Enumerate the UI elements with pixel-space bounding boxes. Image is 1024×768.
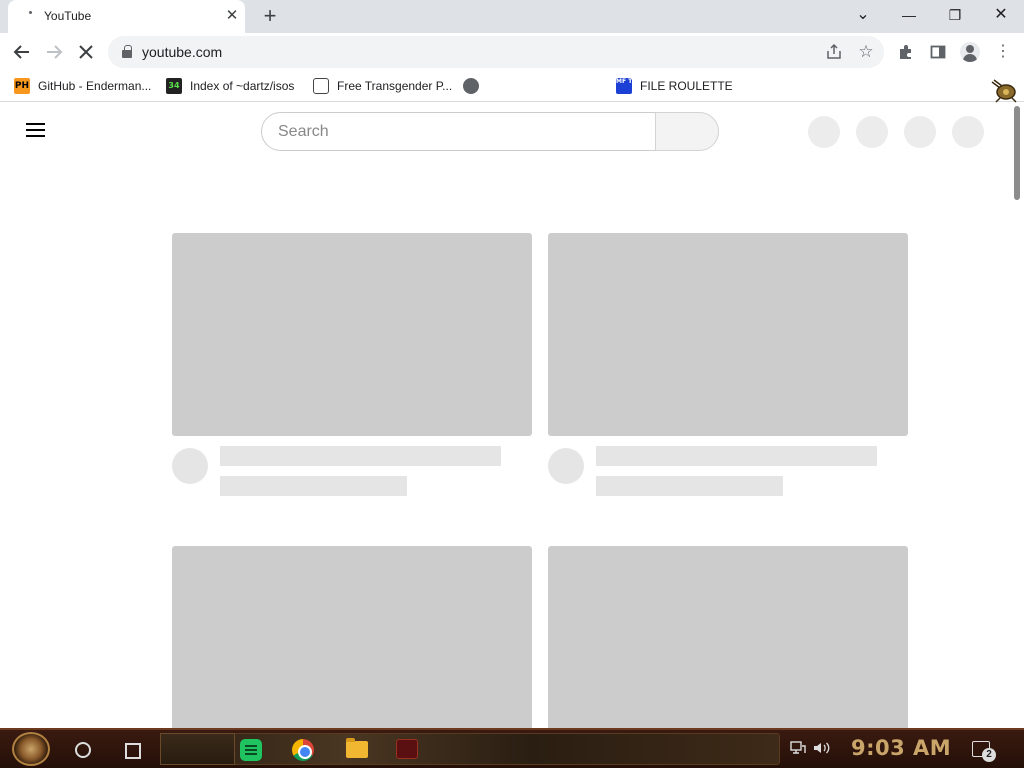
bookmark-label: Index of ~dartz/isos (190, 79, 295, 93)
metadata-placeholder (220, 476, 407, 496)
bookmark-github-enderman[interactable]: PH GitHub - Enderman... (14, 76, 151, 96)
app-icon[interactable] (396, 739, 418, 759)
side-panel-icon[interactable] (927, 41, 949, 63)
tab-strip: YouTube ✕ + ⌄ — ❐ ✕ (0, 0, 1024, 33)
search-input[interactable] (278, 121, 638, 143)
search-button[interactable] (655, 112, 719, 151)
video-thumbnail-placeholder (172, 546, 532, 728)
back-button[interactable] (10, 40, 34, 64)
video-thumbnail-placeholder (548, 233, 908, 436)
steampunk-bug-icon (991, 79, 1017, 103)
video-thumbnail-placeholder (172, 233, 532, 436)
lock-icon (122, 45, 132, 58)
address-bar[interactable]: youtube.com ☆ (108, 36, 884, 68)
file-explorer-icon[interactable] (346, 738, 368, 758)
bookmark-site-3[interactable]: Free Transgender P... (313, 76, 452, 96)
title-placeholder (220, 446, 501, 466)
chrome-icon[interactable] (292, 739, 314, 761)
metadata-placeholder (596, 476, 783, 496)
network-icon[interactable] (790, 741, 806, 758)
browser-toolbar: youtube.com ☆ ⋮ (0, 33, 1024, 70)
profile-avatar-icon[interactable] (960, 42, 980, 62)
notes-app-icon[interactable] (240, 739, 262, 761)
close-window-button[interactable]: ✕ (978, 0, 1024, 32)
site-icon (313, 78, 329, 94)
ph-icon: PH (14, 78, 30, 94)
stop-x-icon (79, 45, 93, 59)
video-thumbnail-placeholder (548, 546, 908, 728)
youtube-page (0, 103, 1024, 728)
channel-avatar-placeholder (548, 448, 584, 484)
forward-arrow-icon (47, 45, 63, 59)
header-placeholder-icon (904, 116, 936, 148)
taskbar: 9:03 AM 2 (0, 728, 1024, 768)
url-text[interactable]: youtube.com (142, 44, 222, 60)
bookmark-label: Free Transgender P... (337, 79, 453, 93)
guide-menu-icon[interactable] (26, 123, 46, 139)
channel-avatar-placeholder (172, 448, 208, 484)
minimize-button[interactable]: — (886, 0, 932, 32)
share-icon[interactable] (824, 42, 844, 62)
task-view-icon[interactable] (122, 740, 141, 759)
34-icon: 34 (166, 78, 182, 94)
back-arrow-icon (13, 45, 29, 59)
bookmarks-bar: PH GitHub - Enderman... 34 Index of ~dar… (0, 70, 1024, 102)
bookmark-star-icon[interactable]: ☆ (856, 42, 876, 62)
bookmark-label: FILE ROULETTE (640, 79, 733, 93)
bookmark-index-dartz[interactable]: 34 Index of ~dartz/isos (166, 76, 294, 96)
cortana-icon[interactable] (75, 742, 91, 758)
bookmark-site-4[interactable] (463, 76, 487, 96)
taskbar-clock[interactable]: 9:03 AM (851, 736, 951, 760)
title-placeholder (596, 446, 877, 466)
tab-title: YouTube (44, 9, 92, 23)
scrollbar-thumb[interactable] (1014, 106, 1020, 200)
globe-icon (463, 78, 479, 94)
menu-kebab-icon[interactable]: ⋮ (992, 41, 1014, 63)
search-box (261, 112, 656, 151)
notification-count-badge: 2 (982, 748, 996, 762)
loading-favicon-icon (22, 8, 38, 24)
header-placeholder-icon (952, 116, 984, 148)
page-scrollbar[interactable] (1012, 104, 1024, 728)
close-tab-icon[interactable]: ✕ (224, 8, 240, 24)
bookmark-label: GitHub - Enderman... (38, 79, 152, 93)
extensions-puzzle-icon[interactable] (895, 41, 917, 63)
tab-search-icon[interactable]: ⌄ (840, 0, 886, 32)
volume-icon[interactable] (813, 741, 831, 758)
tab-youtube[interactable]: YouTube ✕ (8, 0, 245, 33)
file-roulette-icon: MF T (616, 78, 632, 94)
new-tab-button[interactable]: + (258, 5, 282, 29)
start-button[interactable] (12, 732, 50, 766)
stop-loading-button[interactable] (74, 40, 98, 64)
bookmark-file-roulette[interactable]: MF T FILE ROULETTE (616, 76, 733, 96)
header-placeholder-icon (808, 116, 840, 148)
forward-button[interactable] (42, 40, 66, 64)
taskbar-panel (160, 733, 235, 765)
restore-button[interactable]: ❐ (932, 0, 978, 32)
header-placeholder-icon (856, 116, 888, 148)
